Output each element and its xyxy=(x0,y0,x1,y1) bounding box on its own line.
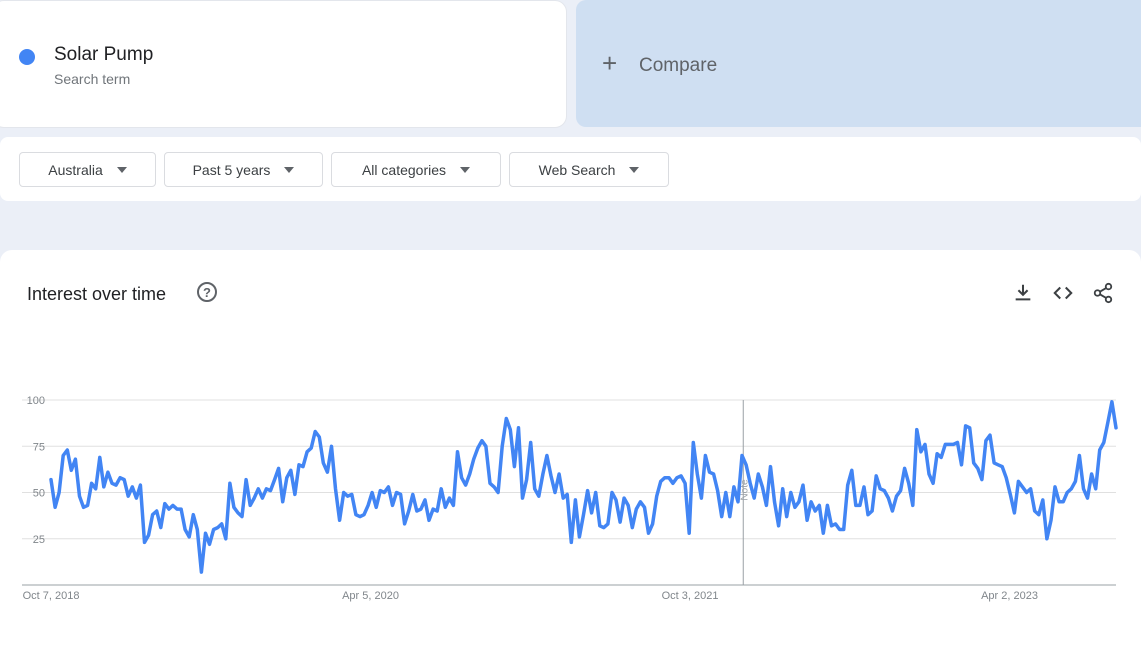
filter-category-dropdown[interactable]: All categories xyxy=(331,152,501,187)
y-tick-label: 75 xyxy=(33,441,45,453)
caret-down-icon xyxy=(629,166,640,173)
compare-label: Compare xyxy=(639,55,718,76)
interest-over-time-chart: 25 50 75 100 Oct 7, 2018 Apr 5, 2020 Oct 3, 20… xyxy=(22,395,1118,602)
x-tick-label: Oct 7, 2018 xyxy=(23,590,80,602)
search-term-name[interactable]: Solar Pump xyxy=(54,44,153,66)
compare-button[interactable]: + Compare xyxy=(576,0,1141,127)
filter-time-label: Past 5 years xyxy=(192,161,271,178)
caret-down-icon xyxy=(460,166,471,173)
y-tick-label: 25 xyxy=(33,534,45,546)
filters-bar: Australia Past 5 years All categories We… xyxy=(0,137,1141,201)
caret-down-icon xyxy=(116,166,127,173)
filter-search-type-dropdown[interactable]: Web Search xyxy=(509,152,669,187)
filter-region-dropdown[interactable]: Australia xyxy=(19,152,156,187)
search-term-color-dot xyxy=(19,49,35,65)
y-tick-label: 50 xyxy=(33,488,45,500)
chart-title: Interest over time xyxy=(27,284,167,304)
x-tick-label: Apr 2, 2023 xyxy=(981,590,1038,602)
embed-code-icon[interactable] xyxy=(1052,282,1074,304)
search-term-card[interactable]: Solar Pump Search term xyxy=(0,0,567,128)
y-tick-label: 100 xyxy=(27,395,45,407)
interest-over-time-card: 25 50 75 100 Oct 7, 2018 Apr 5, 2020 Oct 3, 20… xyxy=(0,250,1141,666)
x-tick-label: Oct 3, 2021 xyxy=(662,590,719,602)
search-term-subtitle: Search term xyxy=(54,71,131,87)
filter-category-label: All categories xyxy=(361,161,447,178)
download-icon[interactable] xyxy=(1012,282,1034,304)
series-line-solar-pump xyxy=(49,400,1118,574)
question-circle-icon[interactable]: ? xyxy=(197,282,217,302)
plus-icon: + xyxy=(602,48,618,78)
share-icon[interactable] xyxy=(1092,282,1114,304)
filter-region-label: Australia xyxy=(48,161,103,178)
x-tick-label: Apr 5, 2020 xyxy=(342,590,399,602)
caret-down-icon xyxy=(284,166,295,173)
filter-search-type-label: Web Search xyxy=(538,161,616,178)
filter-time-dropdown[interactable]: Past 5 years xyxy=(164,152,323,187)
